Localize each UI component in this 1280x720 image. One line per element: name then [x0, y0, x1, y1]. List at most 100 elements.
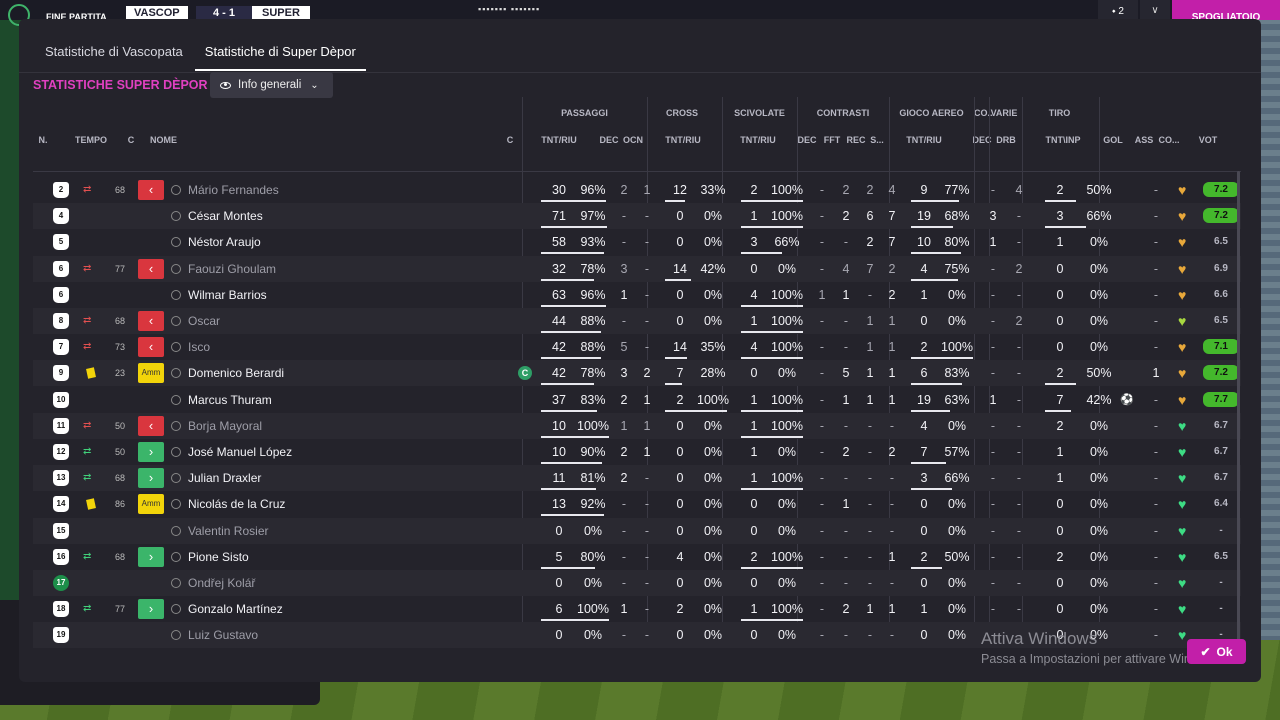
- stat-con-dec: 1: [818, 287, 826, 302]
- table-row[interactable]: 11 ⇄ 50 ‹ Borja Mayoral 10 100% 1 1 0 0% 1 100% - - - -4…: [33, 412, 1241, 439]
- player-name[interactable]: César Montes: [188, 203, 263, 229]
- column-header-tiro-tnt[interactable]: TNT\INP: [1033, 135, 1093, 145]
- table-row[interactable]: 7 ⇄ 73 ‹ Isco 42 88% 5-14 35% 4 100% - -1 1 2 100% - -0 0%…: [33, 334, 1241, 360]
- minute-label: 77: [114, 263, 125, 274]
- column-header-aereo-tnt[interactable]: TNT/RIU: [893, 135, 955, 145]
- stat-co-dec: -: [990, 287, 996, 302]
- people-count-button[interactable]: ⬩ 2: [1098, 0, 1138, 20]
- table-row[interactable]: 2 ⇄ 68 ‹ Mário Fernandes 30 96% 2 1 12 33% 2 100% -2 2…: [33, 177, 1241, 203]
- table-row[interactable]: 13 ⇄ 68 › Julian Draxler 11 81% 2-0 0% 1 100% - - - -3…: [33, 465, 1241, 492]
- column-header-cross-tnt[interactable]: TNT/RIU: [653, 135, 713, 145]
- player-name[interactable]: Domenico Berardi: [188, 360, 284, 386]
- player-name[interactable]: Oscar: [188, 308, 220, 334]
- player-name[interactable]: José Manuel López: [188, 439, 292, 465]
- table-row[interactable]: 6 ⇄ 77 ‹ Faouzi Ghoulam 32 78% 3-14 42% 0 0% -4 7 2 4 7…: [33, 255, 1241, 282]
- stat-sciv-t: 0: [750, 497, 758, 512]
- stat-cross-p: 0%: [703, 418, 723, 433]
- stat-cross-t: 2: [676, 602, 684, 617]
- column-header-n[interactable]: N.: [33, 135, 53, 145]
- column-header-pass-ocn[interactable]: OCN: [621, 135, 645, 145]
- stat-con-rec: -: [867, 471, 873, 486]
- stat-cross-t: 0: [676, 314, 684, 328]
- table-row[interactable]: 15 Valentin Rosier 0 0% - - 0 0% 0 0% - - - - 0 0% - - 0 0%…: [33, 517, 1241, 544]
- ok-button[interactable]: ✔ Ok: [1187, 639, 1246, 664]
- minute-label: 50: [114, 420, 125, 431]
- column-header-sciv-tnt[interactable]: TNT/RIU: [727, 135, 789, 145]
- stat-cross-t: 0: [676, 209, 684, 224]
- table-row[interactable]: 8 ⇄ 68 ‹ Oscar 44 88% - -0 0% 1 100% - -1 1 0 0% -2 0 0% - ♥ 6…: [33, 308, 1241, 334]
- player-name[interactable]: Néstor Araujo: [188, 229, 261, 255]
- table-row[interactable]: 18 ⇄ 77 › Gonzalo Martínez 6 100% 1-2 0% 1 100% -2 1…: [33, 596, 1241, 622]
- player-name[interactable]: Marcus Thuram: [188, 387, 272, 413]
- player-name[interactable]: Faouzi Ghoulam: [188, 256, 276, 282]
- player-name[interactable]: Gonzalo Martínez: [188, 596, 283, 622]
- stat-pass-ocn: 1: [643, 445, 651, 459]
- table-row[interactable]: 6 Wilmar Barrios 63 96% 1-0 0% 4 100% 1 1-2 1 0% - -0…: [33, 282, 1241, 308]
- stat-bar: [1045, 200, 1076, 202]
- stat-con-fft: -: [843, 340, 849, 355]
- group-header: VARIE: [990, 108, 1018, 118]
- stat-bar: [911, 357, 973, 360]
- column-header-pass-dec[interactable]: DEC: [597, 135, 621, 145]
- column-header-c[interactable]: C: [121, 135, 141, 145]
- sub-out-button[interactable]: ‹: [138, 311, 164, 331]
- column-header-ass[interactable]: ASS: [1133, 135, 1155, 145]
- column-header-con-dec[interactable]: DEC: [796, 135, 818, 145]
- player-name[interactable]: Luiz Gustavo: [188, 622, 258, 648]
- stat-sciv-p: 0%: [777, 576, 797, 590]
- column-header-vot[interactable]: VOT: [1193, 135, 1223, 145]
- table-row[interactable]: 12 ⇄ 50 › José Manuel López 10 90% 2 1 0 0% 1 0% -2-2…: [33, 439, 1241, 465]
- player-name[interactable]: Valentin Rosier: [188, 518, 268, 544]
- stat-cross-p: 28%: [700, 366, 726, 381]
- table-row[interactable]: 14 86 Amm Nicolás de la Cruz 13 92% - -0 0% 0 0% -1…: [33, 491, 1241, 517]
- person-icon: [171, 237, 181, 248]
- table-row[interactable]: 5 Néstor Araujo 58 93% - -0 0% 3 66% - -2 7 10 80% 1-1…: [33, 229, 1241, 255]
- tab-home-stats[interactable]: Statistiche di Vascopata: [45, 37, 183, 71]
- player-name[interactable]: Borja Mayoral: [188, 413, 262, 439]
- stat-drb: 2: [1015, 314, 1023, 328]
- stat-ass: -: [1153, 314, 1159, 328]
- player-name[interactable]: Nicolás de la Cruz: [188, 491, 285, 517]
- table-row[interactable]: 17 Ondřej Kolář 0 0% - - 0 0% 0 0% - - - - 0 0% - - 0 0% - ♥ -: [33, 570, 1241, 596]
- shirt-number-icon: 6: [53, 286, 69, 303]
- player-name[interactable]: Ondřej Kolář: [188, 570, 255, 596]
- table-row[interactable]: 10 Marcus Thuram 37 83% 2 1 2 100% 1 100% -1 1 1 19 63…: [33, 387, 1241, 413]
- stat-drb: -: [1016, 392, 1022, 407]
- column-header-con-s[interactable]: S...: [868, 135, 886, 145]
- stat-drb: 4: [1015, 183, 1023, 197]
- player-name[interactable]: Wilmar Barrios: [188, 282, 267, 308]
- column-header-con-fft[interactable]: FFT: [821, 135, 843, 145]
- table-scrollbar[interactable]: [1237, 171, 1240, 641]
- sub-in-button[interactable]: ›: [138, 599, 164, 620]
- stat-sciv-p: 0%: [777, 261, 797, 276]
- sub-out-button[interactable]: ‹: [138, 258, 164, 279]
- stat-pass-ocn: -: [644, 287, 650, 302]
- sub-out-button[interactable]: ‹: [138, 337, 164, 358]
- sub-in-button[interactable]: ›: [138, 468, 164, 489]
- column-header-gol[interactable]: GOL: [1102, 135, 1124, 145]
- column-header-pass-tnt[interactable]: TNT/RIU: [529, 135, 589, 145]
- table-row[interactable]: 4 César Montes 71 97% - -0 0% 1 100% -2 6 7 19 68% 3-3…: [33, 203, 1241, 230]
- sub-in-button[interactable]: ›: [138, 442, 164, 462]
- column-header-tempo[interactable]: TEMPO: [71, 135, 111, 145]
- sub-in-button[interactable]: ›: [138, 546, 164, 567]
- view-select[interactable]: Info generali ⌄: [210, 72, 333, 98]
- sub-out-button[interactable]: ‹: [138, 415, 164, 436]
- stat-bar: [1045, 383, 1076, 386]
- player-name[interactable]: Mário Fernandes: [188, 177, 279, 203]
- column-header-c2[interactable]: C: [504, 135, 516, 145]
- player-name[interactable]: Pione Sisto: [188, 544, 249, 570]
- column-header-con-rec[interactable]: REC: [845, 135, 867, 145]
- tab-away-stats[interactable]: Statistiche di Super Dèpor: [194, 37, 366, 71]
- table-row[interactable]: 16 ⇄ 68 › Pione Sisto 5 80% - -4 0% 2 100% - - -1 2 50% -…: [33, 544, 1241, 570]
- chevron-down-icon[interactable]: ∨: [1140, 0, 1170, 20]
- stat-tiro-t: 0: [1056, 602, 1064, 617]
- column-header-nome[interactable]: NOME: [150, 135, 190, 145]
- table-row[interactable]: 9 23 Amm Domenico Berardi C 42 78% 3 2 7 28% 0 0% -5 1…: [33, 360, 1241, 387]
- player-name[interactable]: Julian Draxler: [188, 465, 261, 491]
- stat-sciv-p: 0%: [777, 497, 797, 512]
- column-header-varie-drb[interactable]: DRB: [994, 135, 1018, 145]
- column-header-co[interactable]: CO...: [1157, 135, 1181, 145]
- player-name[interactable]: Isco: [188, 334, 210, 360]
- sub-out-button[interactable]: ‹: [138, 180, 164, 200]
